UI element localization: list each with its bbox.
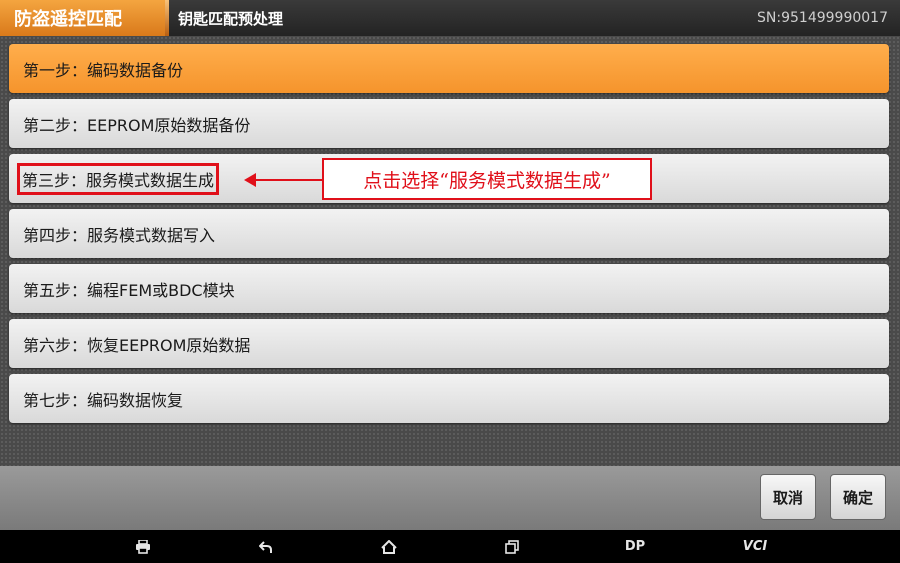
app-title: 防盗遥控匹配 bbox=[0, 0, 169, 36]
recents-icon[interactable] bbox=[502, 530, 522, 563]
cancel-button[interactable]: 取消 bbox=[760, 474, 816, 520]
annotation-arrow-line bbox=[246, 179, 322, 181]
confirm-button[interactable]: 确定 bbox=[830, 474, 886, 520]
step-6-item[interactable]: 第六步：恢复EEPROM原始数据 bbox=[9, 319, 889, 368]
serial-number: SN:951499990017 bbox=[757, 10, 888, 26]
step-label: 第六步：恢复EEPROM原始数据 bbox=[23, 335, 251, 355]
steps-panel: 第一步：编码数据备份 第二步：EEPROM原始数据备份 第三步：服务模式数据生成… bbox=[0, 36, 900, 466]
step-label: 第五步：编程FEM或BDC模块 bbox=[23, 280, 235, 300]
step-4-item[interactable]: 第四步：服务模式数据写入 bbox=[9, 209, 889, 258]
page-title: 钥匙匹配预处理 bbox=[178, 9, 284, 28]
step-7-item[interactable]: 第七步：编码数据恢复 bbox=[9, 374, 889, 423]
action-bar: 取消 确定 bbox=[0, 466, 900, 530]
vci-button[interactable]: VCI bbox=[738, 530, 772, 563]
step-label: 第四步：服务模式数据写入 bbox=[23, 225, 216, 245]
app-header: 防盗遥控匹配 钥匙匹配预处理 SN:951499990017 bbox=[0, 0, 900, 36]
annotation-arrow-icon bbox=[244, 173, 256, 187]
step-1-item[interactable]: 第一步：编码数据备份 bbox=[9, 44, 889, 93]
step-2-item[interactable]: 第二步：EEPROM原始数据备份 bbox=[9, 99, 889, 148]
step-label: 第二步：EEPROM原始数据备份 bbox=[23, 115, 251, 135]
step-label: 第三步：服务模式数据生成 bbox=[17, 162, 220, 195]
print-icon[interactable] bbox=[132, 530, 154, 563]
step-label: 第一步：编码数据备份 bbox=[23, 60, 184, 80]
step-5-item[interactable]: 第五步：编程FEM或BDC模块 bbox=[9, 264, 889, 313]
annotation-callout: 点击选择“服务模式数据生成” bbox=[322, 158, 652, 200]
step-label: 第七步：编码数据恢复 bbox=[23, 390, 184, 410]
system-nav-bar: DP VCI bbox=[0, 530, 900, 563]
brand-separator bbox=[165, 0, 169, 36]
home-icon[interactable] bbox=[379, 530, 399, 563]
app-title-text: 防盗遥控匹配 bbox=[14, 9, 122, 30]
dp-button[interactable]: DP bbox=[620, 530, 650, 563]
back-icon[interactable] bbox=[256, 530, 276, 563]
